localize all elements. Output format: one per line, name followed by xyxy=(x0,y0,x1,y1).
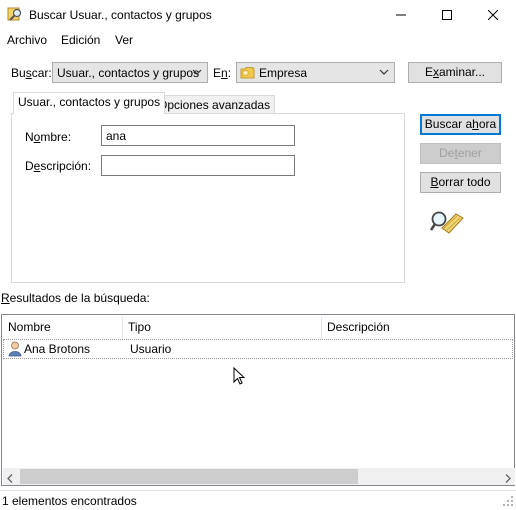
examinar-button[interactable]: Examinar... xyxy=(408,62,502,83)
en-combo-value: Empresa xyxy=(259,66,308,80)
search-directory-icon xyxy=(7,6,23,22)
results-list[interactable]: Nombre Tipo Descripción Ana Brotons Usua… xyxy=(1,314,515,486)
folder-icon xyxy=(240,66,255,82)
descripcion-field[interactable] xyxy=(101,155,295,176)
buscar-combo-value: Usuar., contactos y grupos xyxy=(57,66,200,80)
scrollbar-thumb[interactable] xyxy=(20,469,358,484)
user-icon xyxy=(8,341,22,360)
close-button[interactable] xyxy=(470,0,516,30)
cell-nombre: Ana Brotons xyxy=(24,342,91,356)
en-label: En: xyxy=(213,66,232,80)
nombre-label: Nombre: xyxy=(25,130,72,144)
mouse-cursor-icon xyxy=(233,366,246,388)
nombre-field[interactable]: ana xyxy=(101,125,295,146)
buscar-ahora-button[interactable]: Buscar ahora xyxy=(420,114,501,135)
scroll-left-icon[interactable] xyxy=(7,472,13,486)
chevron-down-icon xyxy=(192,69,202,75)
en-combo[interactable]: Empresa xyxy=(236,62,395,83)
resultados-label: Resultados de la búsqueda: xyxy=(1,291,150,305)
minimize-button[interactable] xyxy=(378,0,424,30)
column-header-nombre[interactable]: Nombre xyxy=(3,317,123,339)
detener-button[interactable]: Detener xyxy=(420,143,501,164)
tab-usuarios[interactable]: Usuar., contactos y grupos xyxy=(13,92,166,114)
chevron-down-icon xyxy=(379,69,389,75)
descripcion-label: Descripción: xyxy=(25,159,92,173)
resize-grip-icon[interactable] xyxy=(503,496,514,510)
close-icon xyxy=(488,10,498,20)
status-bar: 1 elementos encontrados xyxy=(0,490,516,510)
buscar-label: Buscar: xyxy=(11,66,52,80)
menu-archivo[interactable]: Archivo xyxy=(7,33,47,47)
buscar-combo[interactable]: Usuar., contactos y grupos xyxy=(52,62,208,83)
horizontal-scrollbar[interactable] xyxy=(3,468,515,485)
menu-bar: Archivo Edición Ver xyxy=(0,30,516,50)
title-bar: Buscar Usuar., contactos y grupos xyxy=(0,0,516,30)
column-header-descripcion[interactable]: Descripción xyxy=(322,317,514,339)
menu-ver[interactable]: Ver xyxy=(115,33,133,47)
status-text: 1 elementos encontrados xyxy=(2,494,137,508)
maximize-icon xyxy=(442,10,452,20)
maximize-button[interactable] xyxy=(424,0,470,30)
scroll-right-icon[interactable] xyxy=(505,472,511,486)
cell-tipo: Usuario xyxy=(130,342,172,356)
table-row[interactable]: Ana Brotons Usuario xyxy=(3,339,513,359)
menu-edicion[interactable]: Edición xyxy=(61,33,100,47)
borrar-todo-button[interactable]: Borrar todo xyxy=(420,172,501,193)
tab-panel: Nombre: ana Descripción: xyxy=(11,113,405,283)
minimize-icon xyxy=(396,14,406,16)
window-title: Buscar Usuar., contactos y grupos xyxy=(29,8,212,22)
column-header-tipo[interactable]: Tipo xyxy=(123,317,322,339)
search-magnifier-icon xyxy=(429,208,464,239)
